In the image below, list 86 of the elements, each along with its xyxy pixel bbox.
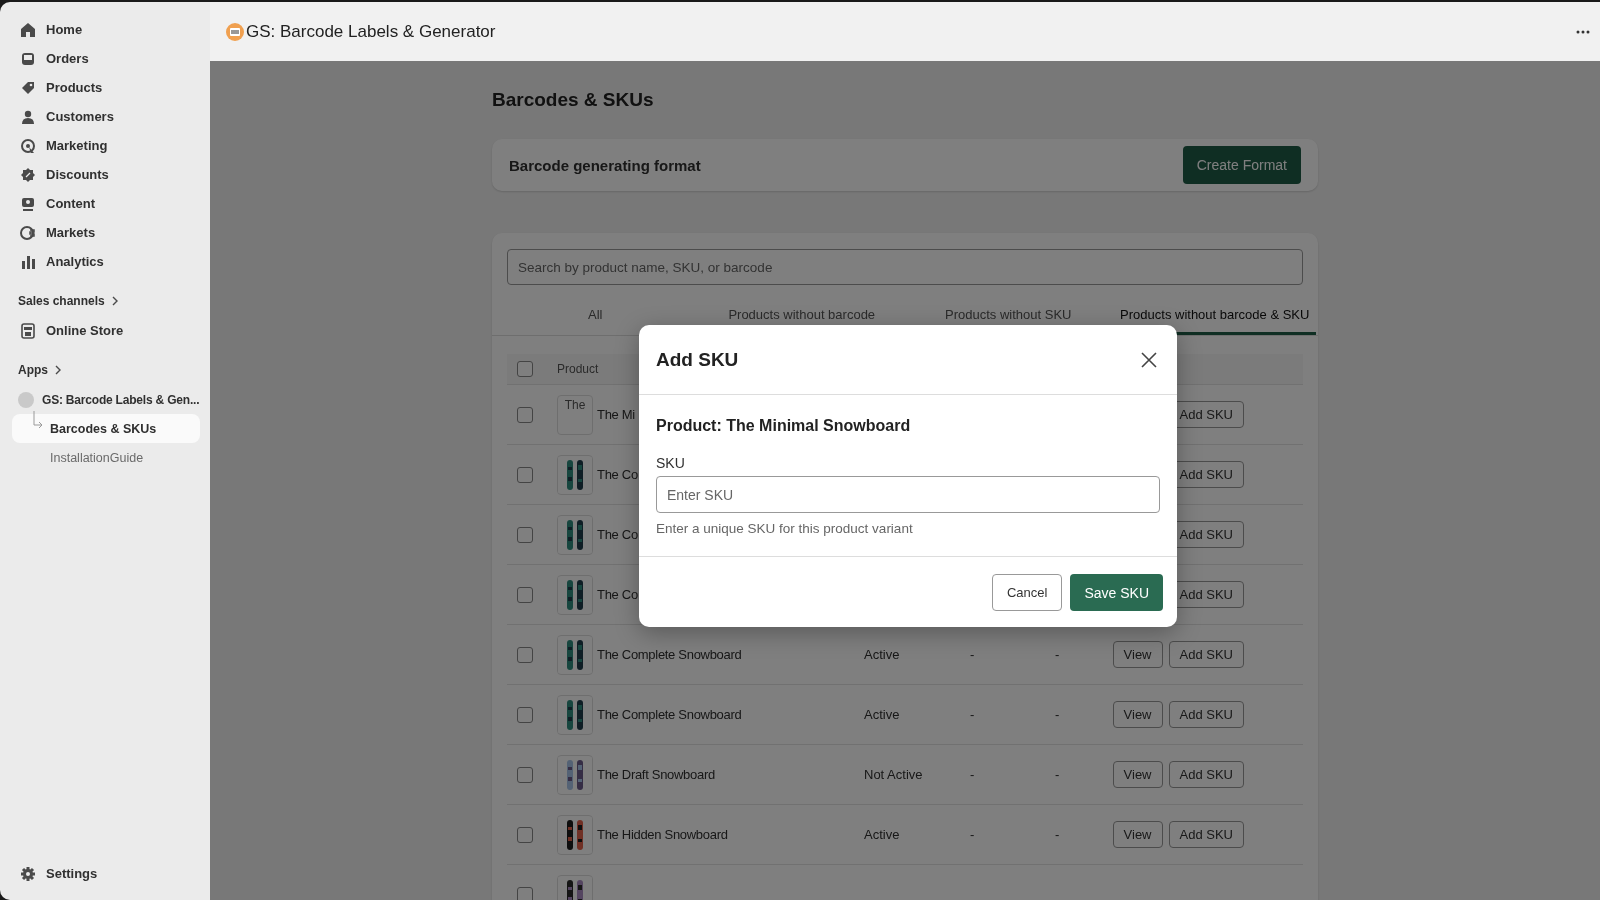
sku-cell: - — [1055, 647, 1060, 662]
dialog-title: Add SKU — [656, 348, 739, 371]
product-name: The Co — [597, 527, 638, 542]
checkbox[interactable] — [517, 886, 533, 900]
barcode-cell: - — [970, 707, 975, 722]
product-heading: Product: The Minimal Snowboard — [656, 417, 912, 435]
app-logo-icon — [226, 22, 244, 41]
checkbox[interactable] — [517, 526, 533, 543]
home-icon — [20, 21, 36, 38]
sku-input-field[interactable]: Enter SKU — [656, 476, 1160, 513]
row-action-button[interactable]: Add SKU — [1168, 641, 1244, 668]
nav-item[interactable]: Home — [12, 15, 200, 44]
row-action-button[interactable]: View — [1112, 641, 1163, 668]
barcode-cell: - — [970, 647, 975, 662]
chevron-right-icon — [110, 296, 119, 306]
product-name: The Complete Snowboard — [597, 707, 742, 722]
inbox-icon — [20, 50, 36, 67]
row-action-button[interactable]: Add SKU — [1168, 761, 1244, 788]
row-action-button[interactable]: View — [1112, 761, 1163, 788]
checkbox[interactable] — [517, 361, 533, 377]
section-heading: Sales channels — [18, 294, 105, 308]
checkbox[interactable] — [517, 706, 533, 723]
chevron-right-icon — [54, 365, 62, 375]
nav-item[interactable]: Discounts — [12, 160, 200, 189]
help-text: Enter a unique SKU for this product variant — [656, 521, 914, 536]
status-text: Not Active — [864, 767, 923, 782]
checkbox[interactable] — [517, 646, 533, 663]
nav-item[interactable]: Marketing — [12, 131, 200, 160]
sku-cell: - — [1055, 827, 1060, 842]
nav-item[interactable]: Analytics — [12, 247, 200, 276]
search-field[interactable]: Search by product name, SKU, or barcode — [507, 249, 1303, 285]
row-action-button[interactable]: Add SKU — [1168, 701, 1244, 728]
app-title: GS: Barcode Labels & Generator — [246, 21, 496, 42]
close-icon[interactable] — [1141, 351, 1157, 368]
badge-icon — [20, 166, 36, 183]
product-name: The Co — [597, 467, 638, 482]
nav-item[interactable]: Customers — [12, 102, 200, 131]
tab[interactable]: All — [494, 293, 697, 335]
person-icon — [20, 108, 36, 125]
field-label: SKU — [656, 455, 686, 471]
product-name: The Draft Snowboard — [597, 767, 715, 782]
nav-item[interactable]: Products — [12, 73, 200, 102]
nav-subitem[interactable]: InstallationGuide — [12, 443, 200, 472]
target-icon — [20, 137, 36, 154]
product-name: The Hidden Snowboard — [597, 827, 728, 842]
product-name: The Mi — [597, 407, 635, 422]
broken-image-alt: The — [564, 397, 586, 412]
cancel-button[interactable]: Cancel — [991, 574, 1063, 611]
sku-cell: - — [1055, 767, 1060, 782]
gear-icon — [20, 865, 36, 882]
checkbox[interactable] — [517, 406, 533, 423]
product-name: The Co — [597, 587, 638, 602]
checkbox[interactable] — [517, 586, 533, 603]
nav-item[interactable]: Orders — [12, 44, 200, 73]
nav-item[interactable]: Settings — [12, 859, 200, 888]
globe-icon — [20, 224, 36, 241]
barcode-cell: - — [970, 767, 975, 782]
row-action-button[interactable]: Add SKU — [1168, 821, 1244, 848]
nav-item[interactable]: Online Store — [12, 316, 200, 345]
checkbox[interactable] — [517, 766, 533, 783]
status-text: Active — [864, 707, 900, 722]
status-text: Active — [864, 647, 900, 662]
more-icon[interactable] — [1576, 29, 1590, 34]
section-heading: Apps — [18, 363, 48, 377]
create-format-button[interactable]: Create Format — [1182, 146, 1301, 184]
nav-subitem[interactable]: Barcodes & SKUs — [12, 414, 200, 443]
store-icon — [20, 322, 36, 339]
app-icon — [18, 391, 34, 408]
column-header: Product — [557, 362, 597, 376]
row-action-button[interactable]: View — [1112, 701, 1163, 728]
barcode-cell: - — [970, 827, 975, 842]
sku-cell: - — [1055, 707, 1060, 722]
product-name: The Complete Snowboard — [597, 647, 742, 662]
bar-chart-icon — [20, 253, 36, 270]
checkbox[interactable] — [517, 466, 533, 483]
checkbox[interactable] — [517, 826, 533, 843]
nav-item[interactable]: GS: Barcode Labels & Gen... — [12, 385, 200, 414]
status-text: Active — [864, 827, 900, 842]
tag-icon — [20, 79, 36, 96]
card-title: Barcode generating format — [509, 156, 701, 174]
page-title: Barcodes & SKUs — [492, 89, 655, 111]
nav-item[interactable]: Markets — [12, 218, 200, 247]
nav-item[interactable]: Content — [12, 189, 200, 218]
row-action-button[interactable]: View — [1112, 821, 1163, 848]
monitor-icon — [20, 195, 36, 212]
save-button[interactable]: Save SKU — [1070, 574, 1163, 611]
